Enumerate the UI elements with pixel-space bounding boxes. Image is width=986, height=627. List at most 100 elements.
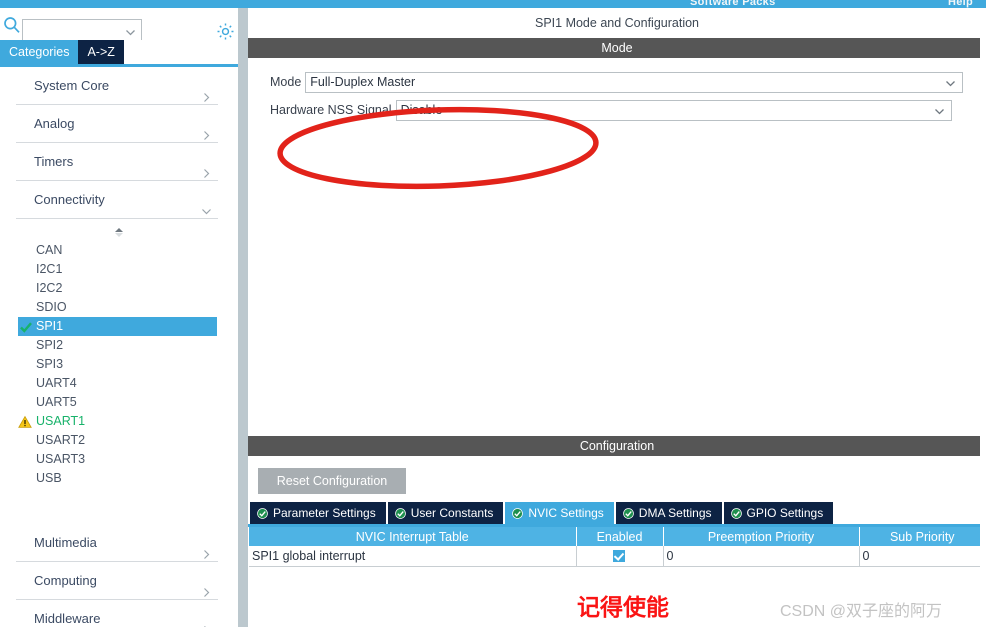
check-icon	[19, 320, 33, 334]
tab-label: GPIO Settings	[746, 506, 824, 520]
column-header-preemption-priority[interactable]: Preemption Priority	[663, 527, 860, 546]
search-combo[interactable]	[22, 19, 142, 42]
sidebar-group-label: System Core	[34, 78, 110, 93]
chevron-right-icon	[201, 156, 212, 178]
peripheral-item-i2c1[interactable]: I2C1	[0, 260, 238, 279]
chevron-down-icon[interactable]	[125, 25, 136, 36]
peripheral-label: SPI2	[36, 338, 64, 352]
peripheral-label: I2C1	[36, 262, 63, 276]
configuration-tabs: Parameter Settings User Constants NVIC S…	[248, 502, 986, 524]
configuration-section-header: Configuration	[248, 436, 986, 456]
tab-dma-settings[interactable]: DMA Settings	[615, 502, 722, 524]
reset-button-wrap: Reset Configuration	[248, 456, 986, 502]
check-circle-icon	[622, 507, 634, 519]
sidebar-group-label: Connectivity	[34, 192, 105, 207]
peripheral-item-uart5[interactable]: UART5	[0, 393, 238, 412]
cell-sub-priority[interactable]: 0	[859, 546, 986, 567]
tab-user-constants[interactable]: User Constants	[387, 502, 504, 524]
mode-section-header: Mode	[248, 38, 986, 58]
sidebar-group-connectivity[interactable]: Connectivity	[16, 181, 218, 219]
list-bottom-spacer	[0, 488, 238, 510]
peripheral-item-usb[interactable]: USB	[0, 469, 238, 488]
cell-enabled[interactable]	[576, 546, 664, 567]
peripheral-item-usart1[interactable]: USART1	[0, 412, 238, 431]
main-panel: SPI1 Mode and Configuration Mode Mode Fu…	[248, 8, 986, 627]
peripheral-item-can[interactable]: CAN	[0, 241, 238, 260]
tab-label: DMA Settings	[638, 506, 712, 520]
mode-selected-value: Full-Duplex Master	[310, 75, 416, 89]
list-collapse-indicator[interactable]	[0, 225, 238, 241]
peripheral-label: USB	[36, 471, 62, 485]
chevron-down-icon	[945, 78, 956, 89]
peripheral-label: SPI3	[36, 357, 64, 371]
hardware-nss-select[interactable]: Disable	[395, 99, 952, 121]
sidebar-tabs-filler	[123, 40, 238, 64]
peripheral-label: I2C2	[36, 281, 63, 295]
peripheral-item-spi2[interactable]: SPI2	[0, 336, 238, 355]
mode-label: Mode	[270, 75, 302, 89]
sidebar-group-system-core[interactable]: System Core	[16, 67, 218, 105]
sidebar-accordion: System Core Analog Timers Connectivity C…	[0, 67, 238, 627]
page-title: SPI1 Mode and Configuration	[248, 8, 986, 38]
tab-gpio-settings[interactable]: GPIO Settings	[723, 502, 834, 524]
hardware-nss-row: Hardware NSS Signal Disable	[248, 96, 986, 124]
app-root: Software Packs Help Categories A->Z Syst…	[0, 0, 986, 627]
table-row[interactable]: SPI1 global interrupt 0 0	[249, 546, 986, 567]
chevron-right-icon	[201, 613, 212, 627]
peripheral-label: USART1	[36, 414, 86, 428]
mode-section-body: Mode Full-Duplex Master Hardware NSS Sig…	[248, 58, 986, 436]
mode-select[interactable]: Full-Duplex Master	[305, 71, 964, 93]
enabled-checkbox[interactable]	[613, 550, 625, 563]
sidebar: Categories A->Z System Core Analog Timer…	[0, 8, 238, 627]
connectivity-peripheral-list: CAN I2C1 I2C2 SDIO SPI1 SPI2 SPI3 UART4 …	[0, 219, 238, 524]
column-header-sub-priority[interactable]: Sub Priority	[859, 527, 985, 546]
chevron-down-icon	[934, 106, 945, 117]
peripheral-item-uart4[interactable]: UART4	[0, 374, 238, 393]
peripheral-item-usart2[interactable]: USART2	[0, 431, 238, 450]
search-icon	[3, 16, 21, 34]
sidebar-tabs: Categories A->Z	[0, 40, 238, 64]
reset-configuration-button[interactable]: Reset Configuration	[258, 468, 406, 494]
peripheral-label: USART3	[36, 452, 86, 466]
tab-nvic-settings[interactable]: NVIC Settings	[505, 502, 614, 524]
peripheral-label: USART2	[36, 433, 86, 447]
cell-preemption-priority[interactable]: 0	[663, 546, 860, 567]
table-header-row: NVIC Interrupt Table Enabled Preemption …	[249, 527, 985, 546]
sidebar-group-computing[interactable]: Computing	[16, 562, 218, 600]
check-circle-icon	[730, 507, 742, 519]
tab-categories[interactable]: Categories	[0, 40, 79, 64]
peripheral-item-i2c2[interactable]: I2C2	[0, 279, 238, 298]
sidebar-group-middleware[interactable]: Middleware	[16, 600, 218, 627]
sidebar-group-label: Computing	[34, 573, 97, 588]
column-header-enabled[interactable]: Enabled	[576, 527, 664, 546]
chevron-right-icon	[201, 575, 212, 597]
peripheral-label: UART4	[36, 376, 77, 390]
tab-a-to-z[interactable]: A->Z	[78, 40, 124, 64]
topbar-help-label[interactable]: Help	[948, 0, 973, 8]
peripheral-item-usart3[interactable]: USART3	[0, 450, 238, 469]
tab-parameter-settings[interactable]: Parameter Settings	[250, 502, 386, 524]
peripheral-label: UART5	[36, 395, 77, 409]
search-input[interactable]	[23, 20, 119, 41]
sidebar-group-label: Multimedia	[34, 535, 97, 550]
gear-icon[interactable]	[216, 22, 235, 41]
sidebar-group-analog[interactable]: Analog	[16, 105, 218, 143]
panel-splitter[interactable]	[238, 8, 248, 627]
column-header-interrupt-table[interactable]: NVIC Interrupt Table	[249, 527, 577, 546]
chevron-down-icon	[201, 194, 212, 215]
check-circle-icon	[394, 507, 406, 519]
tab-label: NVIC Settings	[528, 506, 604, 520]
peripheral-item-spi3[interactable]: SPI3	[0, 355, 238, 374]
peripheral-label: CAN	[36, 243, 63, 257]
sidebar-group-timers[interactable]: Timers	[16, 143, 218, 181]
peripheral-item-sdio[interactable]: SDIO	[0, 298, 238, 317]
sidebar-group-label: Middleware	[34, 611, 101, 626]
sidebar-group-multimedia[interactable]: Multimedia	[16, 524, 218, 562]
configuration-section-body: Reset Configuration Parameter Settings U…	[248, 456, 986, 567]
topbar-software-packs-label[interactable]: Software Packs	[690, 0, 776, 8]
peripheral-item-spi1[interactable]: SPI1	[18, 317, 217, 336]
sidebar-group-label: Timers	[34, 154, 74, 169]
annotation-note-text: 记得使能	[577, 594, 669, 620]
tab-label: Parameter Settings	[273, 506, 376, 520]
chevron-right-icon	[201, 80, 212, 102]
